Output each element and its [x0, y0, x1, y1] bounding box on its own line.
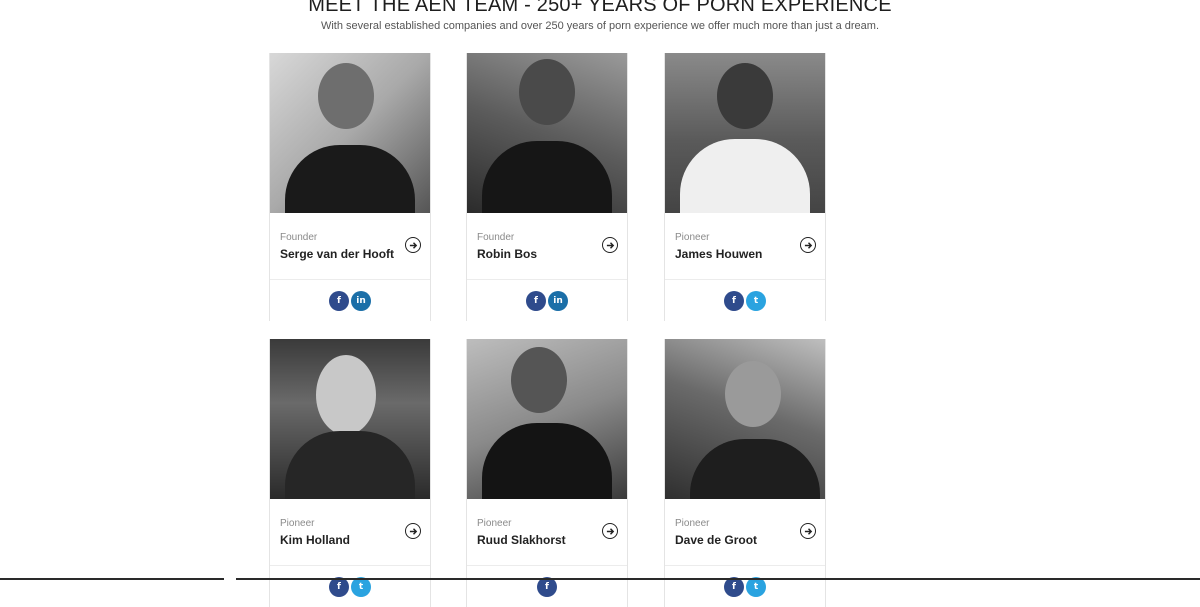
team-card: Founder Robin Bos f in	[466, 53, 628, 321]
social-links: f	[467, 566, 627, 607]
facebook-icon[interactable]: f	[724, 290, 744, 311]
twitter-icon[interactable]: t	[746, 290, 766, 311]
facebook-icon[interactable]: f	[329, 290, 349, 311]
social-links: f t	[665, 280, 825, 321]
team-photo	[270, 53, 430, 213]
team-name: Kim Holland	[280, 533, 351, 547]
linkedin-icon[interactable]: in	[351, 290, 371, 311]
team-card: Founder Serge van der Hooft f in	[269, 53, 431, 321]
arrow-right-circle-icon[interactable]	[405, 237, 421, 253]
team-role: Founder	[280, 232, 318, 243]
arrow-right-circle-icon[interactable]	[800, 237, 816, 253]
team-name: Robin Bos	[477, 247, 537, 261]
team-photo	[665, 339, 825, 499]
team-card: Pioneer James Houwen f t	[664, 53, 826, 321]
team-info: Founder Robin Bos	[467, 213, 627, 280]
arrow-right-circle-icon[interactable]	[800, 523, 816, 539]
team-card: Pioneer Dave de Groot f t	[664, 339, 826, 607]
team-photo	[467, 339, 627, 499]
team-role: Pioneer	[675, 232, 710, 243]
team-role: Pioneer	[477, 518, 512, 529]
linkedin-icon[interactable]: in	[548, 290, 568, 311]
team-info: Pioneer Ruud Slakhorst	[467, 499, 627, 566]
social-links: f in	[467, 280, 627, 321]
team-photo	[270, 339, 430, 499]
arrow-right-circle-icon[interactable]	[602, 523, 618, 539]
facebook-icon[interactable]: f	[526, 290, 546, 311]
team-info: Founder Serge van der Hooft	[270, 213, 430, 280]
team-card: Pioneer Kim Holland f t	[269, 339, 431, 607]
page-title: MEET THE AEN TEAM - 250+ YEARS OF PORN E…	[308, 0, 892, 16]
page-subtitle: With several established companies and o…	[320, 20, 880, 32]
team-name: Dave de Groot	[675, 533, 758, 547]
social-links: f in	[270, 280, 430, 321]
team-photo	[665, 53, 825, 213]
team-name: James Houwen	[675, 247, 763, 261]
team-role: Pioneer	[280, 518, 315, 529]
social-links: f t	[665, 566, 825, 607]
team-role: Pioneer	[675, 518, 710, 529]
arrow-right-circle-icon[interactable]	[602, 237, 618, 253]
social-links: f t	[270, 566, 430, 607]
team-role: Founder	[477, 232, 515, 243]
team-info: Pioneer Kim Holland	[270, 499, 430, 566]
team-info: Pioneer Dave de Groot	[665, 499, 825, 566]
team-info: Pioneer James Houwen	[665, 213, 825, 280]
team-photo	[467, 53, 627, 213]
team-name: Serge van der Hooft	[280, 247, 395, 261]
team-name: Ruud Slakhorst	[477, 533, 566, 547]
arrow-right-circle-icon[interactable]	[405, 523, 421, 539]
team-card: Pioneer Ruud Slakhorst f	[466, 339, 628, 607]
